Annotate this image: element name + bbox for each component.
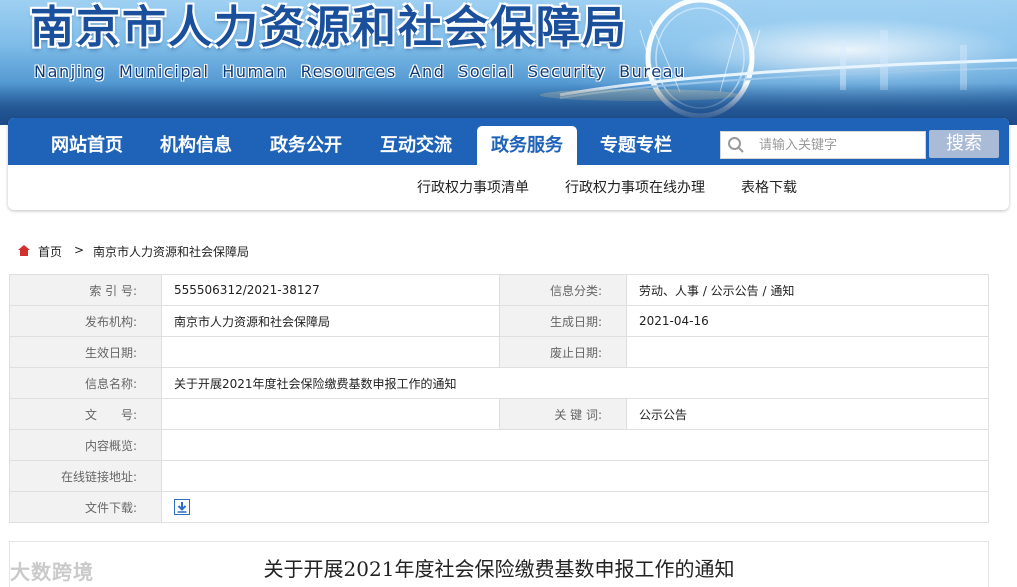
- download-icon[interactable]: [174, 499, 190, 515]
- home-icon: [18, 245, 30, 256]
- category-value: 劳动、人事 / 公示公告 / 通知: [626, 274, 989, 306]
- table-row: 文 号: 关 键 词: 公示公告: [9, 398, 989, 430]
- subnav-item-online-processing[interactable]: 行政权力事项在线办理: [565, 177, 705, 197]
- subnav-item-form-download[interactable]: 表格下载: [741, 177, 797, 197]
- summary-label: 内容概览:: [9, 429, 162, 461]
- watermark-logo: 大数跨境: [10, 560, 94, 584]
- publisher-label: 发布机构:: [9, 305, 162, 337]
- doc-number-value: [161, 398, 500, 430]
- effective-date-value: [161, 336, 500, 368]
- nav-item-gov-disclosure[interactable]: 政务公开: [251, 118, 361, 165]
- info-name-label: 信息名称:: [9, 367, 162, 399]
- breadcrumb-separator: >: [74, 243, 85, 257]
- nav-bar: 网站首页 机构信息 政务公开 互动交流 政务服务 专题专栏 搜索: [8, 118, 1009, 165]
- document-info-table: 索 引 号: 555506312/2021-38127 信息分类: 劳动、人事 …: [9, 274, 989, 523]
- article-title: 关于开展2021年度社会保险缴费基数申报工作的通知: [263, 557, 735, 581]
- category-label: 信息分类:: [499, 274, 627, 306]
- effective-date-label: 生效日期:: [9, 336, 162, 368]
- nav-item-interaction[interactable]: 互动交流: [361, 118, 471, 165]
- created-date-label: 生成日期:: [499, 305, 627, 337]
- table-row: 内容概览:: [9, 429, 989, 461]
- table-row: 索 引 号: 555506312/2021-38127 信息分类: 劳动、人事 …: [9, 274, 989, 306]
- doc-number-label: 文 号:: [9, 398, 162, 430]
- sub-navigation: 行政权力事项清单 行政权力事项在线办理 表格下载: [8, 165, 1009, 210]
- nav-item-home[interactable]: 网站首页: [32, 118, 142, 165]
- table-row: 生效日期: 废止日期:: [9, 336, 989, 368]
- search-icon: [728, 137, 744, 153]
- expired-date-label: 废止日期:: [499, 336, 627, 368]
- subnav-item-power-list[interactable]: 行政权力事项清单: [417, 177, 529, 197]
- nav-item-gov-services[interactable]: 政务服务: [477, 126, 577, 165]
- index-value: 555506312/2021-38127: [161, 274, 500, 306]
- search-input[interactable]: [759, 135, 919, 155]
- breadcrumb-home[interactable]: 首页: [38, 243, 62, 260]
- table-row: 信息名称: 关于开展2021年度社会保险缴费基数申报工作的通知: [9, 367, 989, 399]
- file-download-cell: [161, 491, 989, 523]
- info-name-value: 关于开展2021年度社会保险缴费基数申报工作的通知: [161, 367, 989, 399]
- breadcrumb-current[interactable]: 南京市人力资源和社会保障局: [93, 243, 249, 260]
- main-navigation: 网站首页 机构信息 政务公开 互动交流 政务服务 专题专栏 搜索 行政权力事项清…: [8, 118, 1009, 210]
- summary-value: [161, 429, 989, 461]
- nav-item-organization[interactable]: 机构信息: [141, 118, 251, 165]
- keywords-label: 关 键 词:: [499, 398, 627, 430]
- table-row: 在线链接地址:: [9, 460, 989, 492]
- publisher-value: 南京市人力资源和社会保障局: [161, 305, 500, 337]
- online-link-value: [161, 460, 989, 492]
- keywords-value: 公示公告: [626, 398, 989, 430]
- search-box: [720, 131, 926, 159]
- search-button[interactable]: 搜索: [929, 130, 999, 158]
- created-date-value: 2021-04-16: [626, 305, 989, 337]
- file-download-label: 文件下载:: [9, 491, 162, 523]
- article-container: 关于开展2021年度社会保险缴费基数申报工作的通知: [9, 541, 989, 587]
- expired-date-value: [626, 336, 989, 368]
- site-title-english: Nanjing Municipal Human Resources And So…: [34, 62, 686, 81]
- table-row: 发布机构: 南京市人力资源和社会保障局 生成日期: 2021-04-16: [9, 305, 989, 337]
- nav-item-special-topics[interactable]: 专题专栏: [581, 118, 691, 165]
- table-row: 文件下载:: [9, 491, 989, 523]
- index-label: 索 引 号:: [9, 274, 162, 306]
- online-link-label: 在线链接地址:: [9, 460, 162, 492]
- site-banner: 南京市人力资源和社会保障局 Nanjing Municipal Human Re…: [0, 0, 1017, 125]
- site-title: 南京市人力资源和社会保障局: [30, 2, 628, 53]
